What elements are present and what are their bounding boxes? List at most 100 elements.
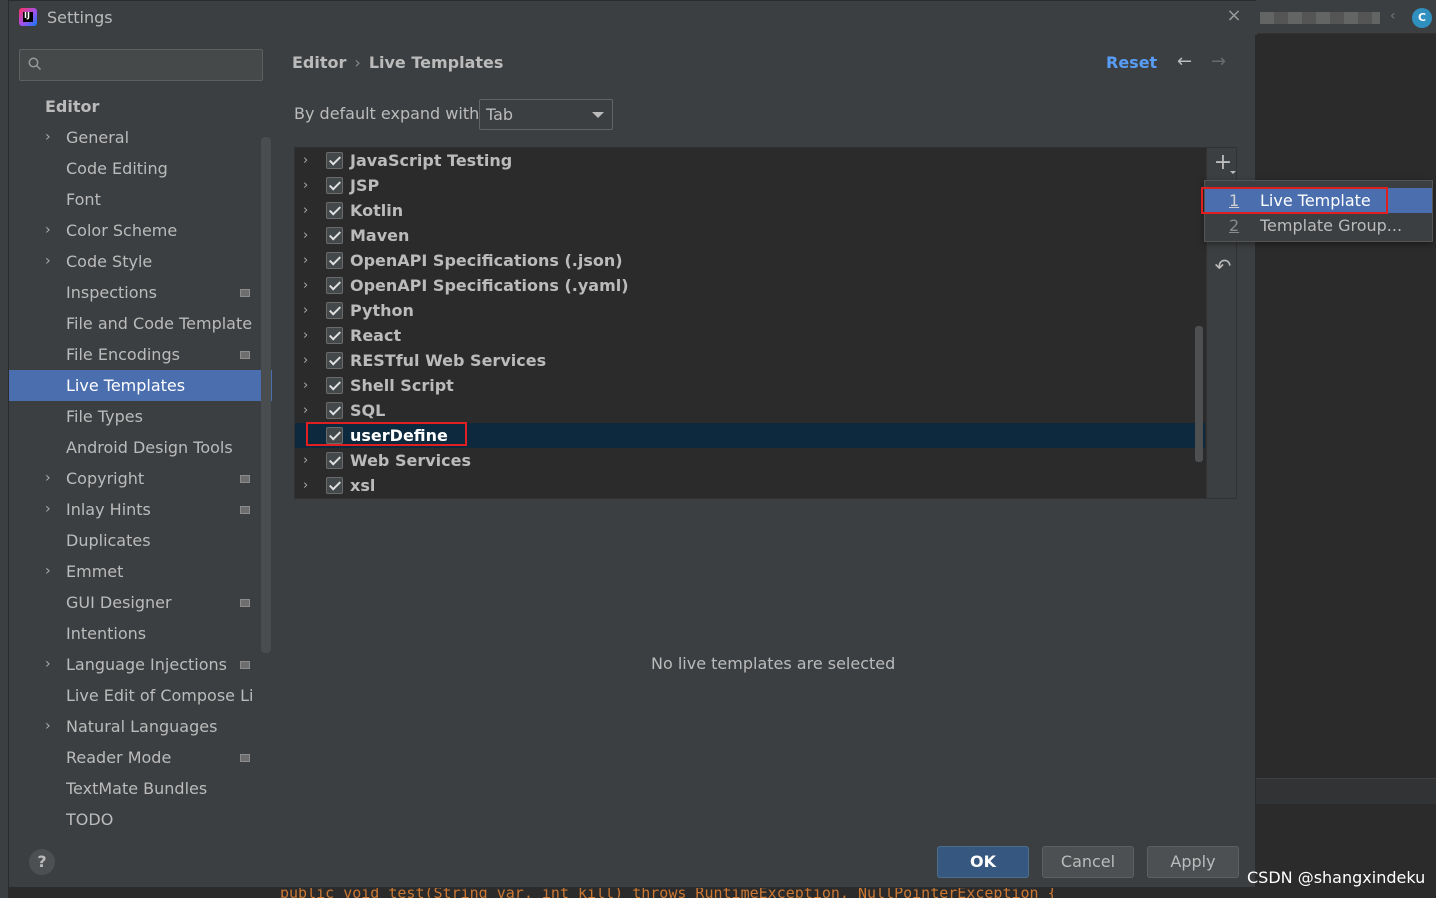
chevron-right-icon[interactable]: ›	[45, 215, 51, 246]
project-scope-icon	[240, 599, 250, 607]
tree-row[interactable]: › xsl	[295, 473, 1205, 498]
sidebar-item[interactable]: › Copyright	[9, 463, 272, 494]
sidebar-item[interactable]: File and Code Templates	[9, 308, 272, 339]
tree-row[interactable]: › Python	[295, 298, 1205, 323]
tree-row-label: JSP	[350, 176, 380, 195]
sidebar-item[interactable]: Inspections	[9, 277, 272, 308]
chevron-right-icon[interactable]: ›	[303, 473, 308, 498]
tree-row[interactable]: › Web Services	[295, 448, 1205, 473]
chevron-right-icon[interactable]: ›	[303, 448, 308, 473]
tree-row[interactable]: › OpenAPI Specifications (.yaml)	[295, 273, 1205, 298]
tree-row[interactable]: › React	[295, 323, 1205, 348]
group-checkbox[interactable]	[326, 227, 343, 244]
undo-icon[interactable]: ↶	[1211, 254, 1235, 278]
tree-row[interactable]: › RESTful Web Services	[295, 348, 1205, 373]
sidebar-item[interactable]: TODO	[9, 804, 272, 831]
chevron-right-icon[interactable]: ›	[45, 494, 51, 525]
group-checkbox[interactable]	[326, 302, 343, 319]
chevron-right-icon[interactable]: ›	[303, 348, 308, 373]
expand-with-value: Tab	[486, 105, 514, 124]
help-button[interactable]: ?	[29, 849, 55, 875]
sidebar-item[interactable]: Font	[9, 184, 272, 215]
popup-menu-item[interactable]: 2 Template Group...	[1205, 213, 1432, 238]
apply-button[interactable]: Apply	[1147, 846, 1239, 878]
chevron-right-icon[interactable]: ›	[45, 711, 51, 742]
sidebar-item[interactable]: › Code Style	[9, 246, 272, 277]
tree-row[interactable]: › Shell Script	[295, 373, 1205, 398]
sidebar-section-editor[interactable]: Editor	[45, 97, 99, 116]
chevron-left-icon[interactable]: ‹	[1390, 8, 1396, 24]
reset-link[interactable]: Reset	[1106, 53, 1157, 72]
chevron-right-icon[interactable]: ›	[45, 122, 51, 153]
chevron-right-icon[interactable]: ›	[45, 463, 51, 494]
chevron-right-icon[interactable]: ›	[303, 273, 308, 298]
tree-row[interactable]: › SQL	[295, 398, 1205, 423]
group-checkbox[interactable]	[326, 477, 343, 494]
chevron-right-icon[interactable]: ›	[303, 373, 308, 398]
group-checkbox[interactable]	[326, 152, 343, 169]
back-arrow-icon[interactable]: ←	[1177, 51, 1192, 72]
chevron-right-icon[interactable]: ›	[45, 556, 51, 587]
sidebar-item[interactable]: TextMate Bundles	[9, 773, 272, 804]
sidebar-item[interactable]: › Inlay Hints	[9, 494, 272, 525]
group-checkbox[interactable]	[326, 202, 343, 219]
chevron-right-icon[interactable]: ›	[303, 398, 308, 423]
tree-row-label: JavaScript Testing	[350, 151, 513, 170]
chevron-right-icon[interactable]: ›	[303, 223, 308, 248]
breadcrumb: Editor › Live Templates	[292, 53, 503, 72]
sidebar-item[interactable]: Android Design Tools	[9, 432, 272, 463]
chevron-right-icon[interactable]: ›	[303, 148, 308, 173]
tree-scrollbar[interactable]	[1195, 326, 1203, 462]
sidebar-item[interactable]: › Natural Languages	[9, 711, 272, 742]
sidebar-item-label: Emmet	[66, 562, 124, 581]
sidebar-item[interactable]: Live Edit of Compose Literals	[9, 680, 272, 711]
chevron-right-icon[interactable]: ›	[303, 173, 308, 198]
sidebar-item[interactable]: › Emmet	[9, 556, 272, 587]
sidebar-item[interactable]: › General	[9, 122, 272, 153]
tree-row-label: xsl	[350, 476, 376, 495]
sidebar-item[interactable]: › Language Injections	[9, 649, 272, 680]
chevron-right-icon[interactable]: ›	[303, 323, 308, 348]
group-checkbox[interactable]	[326, 377, 343, 394]
sidebar-item[interactable]: File Encodings	[9, 339, 272, 370]
tree-row[interactable]: › Maven	[295, 223, 1205, 248]
chevron-right-icon[interactable]: ›	[303, 248, 308, 273]
forward-arrow-icon[interactable]: →	[1211, 51, 1226, 72]
sidebar-item-label: TODO	[66, 810, 114, 829]
cancel-button[interactable]: Cancel	[1042, 846, 1134, 878]
chevron-right-icon[interactable]: ›	[303, 198, 308, 223]
close-button[interactable]: ×	[1223, 5, 1245, 27]
sidebar-item[interactable]: Live Templates	[9, 370, 272, 401]
tree-row[interactable]: › JSP	[295, 173, 1205, 198]
background-ide-toolbar: ‹ C	[1256, 0, 1436, 34]
ok-button[interactable]: OK	[937, 846, 1029, 878]
tree-row[interactable]: › JavaScript Testing	[295, 148, 1205, 173]
sidebar-item[interactable]: GUI Designer	[9, 587, 272, 618]
sidebar-scrollbar[interactable]	[261, 137, 271, 653]
group-checkbox[interactable]	[326, 252, 343, 269]
tree-row[interactable]: › Kotlin	[295, 198, 1205, 223]
sidebar-item[interactable]: Intentions	[9, 618, 272, 649]
group-checkbox[interactable]	[326, 402, 343, 419]
expand-with-dropdown[interactable]: Tab	[479, 99, 613, 130]
group-checkbox[interactable]	[326, 452, 343, 469]
add-icon[interactable]: +	[1211, 152, 1236, 176]
sidebar-item[interactable]: Code Editing	[9, 153, 272, 184]
tree-row[interactable]: › OpenAPI Specifications (.json)	[295, 248, 1205, 273]
group-checkbox[interactable]	[326, 177, 343, 194]
chevron-right-icon[interactable]: ›	[45, 649, 51, 680]
sidebar-item[interactable]: Duplicates	[9, 525, 272, 556]
tree-row-label: OpenAPI Specifications (.yaml)	[350, 276, 629, 295]
sidebar-item[interactable]: › Color Scheme	[9, 215, 272, 246]
chevron-right-icon[interactable]: ›	[45, 246, 51, 277]
project-scope-icon	[240, 351, 250, 359]
sidebar-item-label: Reader Mode	[66, 748, 172, 767]
search-input[interactable]	[19, 49, 263, 81]
sidebar-item[interactable]: File Types	[9, 401, 272, 432]
chevron-right-icon[interactable]: ›	[303, 298, 308, 323]
avatar-icon[interactable]: C	[1412, 8, 1432, 28]
group-checkbox[interactable]	[326, 352, 343, 369]
sidebar-item[interactable]: Reader Mode	[9, 742, 272, 773]
group-checkbox[interactable]	[326, 327, 343, 344]
group-checkbox[interactable]	[326, 277, 343, 294]
